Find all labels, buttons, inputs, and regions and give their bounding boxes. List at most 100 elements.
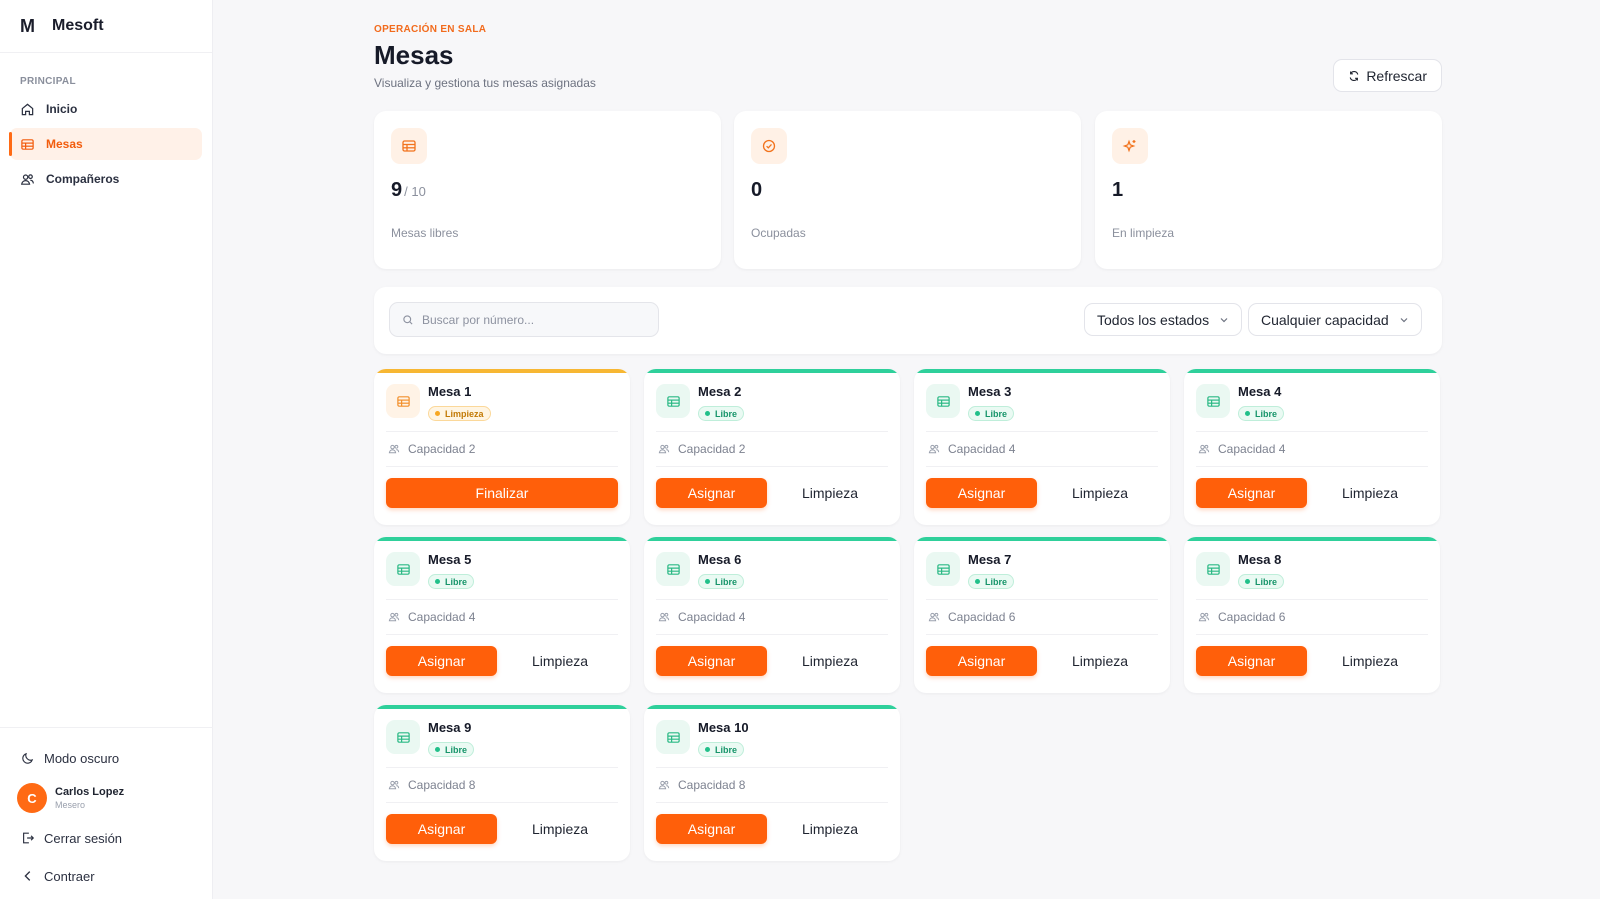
capacity-filter-select[interactable]: Cualquier capacidad	[1248, 303, 1422, 336]
users-icon	[20, 173, 35, 185]
assign-button[interactable]: Asignar	[386, 646, 497, 676]
cleaning-button[interactable]: Limpieza	[1312, 478, 1428, 508]
capacity: Capacidad 2	[658, 442, 745, 456]
capacity-filter-value: Cualquier capacidad	[1261, 311, 1389, 328]
assign-button[interactable]: Asignar	[926, 646, 1037, 676]
divider	[926, 466, 1158, 467]
status-bar	[644, 537, 900, 541]
table-icon	[396, 731, 410, 743]
status-label: Libre	[1255, 408, 1278, 419]
page-title: Mesas	[374, 40, 454, 70]
cleaning-button[interactable]: Limpieza	[1042, 646, 1158, 676]
cleaning-button[interactable]: Limpieza	[502, 814, 618, 844]
table-icon	[1206, 395, 1220, 407]
status-dot	[1245, 411, 1250, 416]
assign-button[interactable]: Asignar	[1196, 478, 1307, 508]
table-name: Mesa 1	[428, 384, 472, 399]
check-circle-icon	[762, 139, 776, 153]
status-badge: Limpieza	[428, 406, 491, 421]
assign-button[interactable]: Asignar	[926, 478, 1037, 508]
divider	[926, 634, 1158, 635]
cleaning-button[interactable]: Limpieza	[772, 478, 888, 508]
user-profile[interactable]: C Carlos Lopez Mesero	[10, 781, 203, 815]
status-bar	[374, 369, 630, 373]
table-card: Mesa 5 Libre Capacidad 4 Asignar Limpieza	[374, 537, 630, 693]
divider	[656, 802, 888, 803]
nav-heading: PRINCIPAL	[20, 76, 76, 87]
sidebar: M Mesoft PRINCIPAL Inicio Mesas Compañer…	[0, 0, 213, 899]
user-info: Carlos Lopez Mesero	[55, 785, 124, 811]
capacity: Capacidad 2	[388, 442, 475, 456]
assign-button[interactable]: Asignar	[386, 814, 497, 844]
divider	[656, 599, 888, 600]
sidebar-item-companeros[interactable]: Compañeros	[10, 163, 202, 195]
cleaning-button[interactable]: Limpieza	[1042, 478, 1158, 508]
card-icon-wrapper	[386, 384, 420, 418]
status-bar	[644, 705, 900, 709]
finalize-button[interactable]: Finalizar	[386, 478, 618, 508]
assign-button[interactable]: Asignar	[656, 814, 767, 844]
status-bar	[644, 369, 900, 373]
refresh-button[interactable]: Refrescar	[1333, 59, 1442, 92]
assign-button[interactable]: Asignar	[656, 646, 767, 676]
stat-icon-wrapper	[1112, 128, 1148, 164]
cleaning-button[interactable]: Limpieza	[772, 646, 888, 676]
stat-label: Ocupadas	[751, 226, 806, 240]
assign-button[interactable]: Asignar	[1196, 646, 1307, 676]
capacity: Capacidad 4	[658, 610, 745, 624]
assign-button[interactable]: Asignar	[656, 478, 767, 508]
capacity: Capacidad 8	[388, 778, 475, 792]
cleaning-button[interactable]: Limpieza	[1312, 646, 1428, 676]
divider	[386, 431, 618, 432]
status-label: Libre	[715, 576, 738, 587]
cleaning-button[interactable]: Limpieza	[502, 646, 618, 676]
users-icon	[658, 444, 670, 454]
card-icon-wrapper	[656, 384, 690, 418]
stat-icon-wrapper	[751, 128, 787, 164]
table-name: Mesa 10	[698, 720, 749, 735]
status-badge: Libre	[698, 742, 745, 757]
status-badge: Libre	[428, 742, 475, 757]
users-icon	[928, 612, 940, 622]
stat-value: 9/ 10	[391, 179, 426, 202]
status-dot	[975, 579, 980, 584]
table-card: Mesa 8 Libre Capacidad 6 Asignar Limpieza	[1184, 537, 1440, 693]
table-card: Mesa 1 Limpieza Capacidad 2 Finalizar	[374, 369, 630, 525]
chevron-left-icon	[24, 871, 31, 881]
status-dot	[435, 747, 440, 752]
table-card: Mesa 3 Libre Capacidad 4 Asignar Limpieza	[914, 369, 1170, 525]
status-dot	[705, 747, 710, 752]
divider	[656, 466, 888, 467]
sidebar-item-inicio[interactable]: Inicio	[10, 93, 202, 125]
status-badge: Libre	[698, 406, 745, 421]
divider	[656, 634, 888, 635]
stat-number: 9	[391, 179, 403, 201]
users-icon	[658, 780, 670, 790]
cleaning-button[interactable]: Limpieza	[772, 814, 888, 844]
users-icon	[658, 612, 670, 622]
search-icon	[403, 314, 413, 325]
users-icon	[1198, 612, 1210, 622]
search-input[interactable]	[422, 312, 652, 327]
status-badge: Libre	[968, 406, 1015, 421]
status-bar	[374, 537, 630, 541]
table-icon	[666, 731, 680, 743]
capacity-label: Capacidad 6	[1218, 610, 1286, 624]
brand-name: Mesoft	[52, 17, 104, 34]
divider	[1196, 599, 1428, 600]
dark-mode-toggle[interactable]: Modo oscuro	[10, 743, 203, 773]
logout-button[interactable]: Cerrar sesión	[10, 823, 203, 853]
divider	[656, 431, 888, 432]
sidebar-item-mesas[interactable]: Mesas	[9, 128, 202, 160]
sparkle-icon	[1122, 139, 1136, 153]
capacity-label: Capacidad 2	[408, 442, 476, 456]
status-filter-select[interactable]: Todos los estados	[1084, 303, 1243, 336]
collapse-button[interactable]: Contraer	[10, 861, 203, 891]
table-card: Mesa 10 Libre Capacidad 8 Asignar Limpieza	[644, 705, 900, 861]
collapse-label: Contraer	[44, 868, 95, 884]
table-card: Mesa 4 Libre Capacidad 4 Asignar Limpieza	[1184, 369, 1440, 525]
card-icon-wrapper	[386, 720, 420, 754]
users-icon	[928, 444, 940, 454]
status-dot	[975, 411, 980, 416]
card-icon-wrapper	[656, 552, 690, 586]
